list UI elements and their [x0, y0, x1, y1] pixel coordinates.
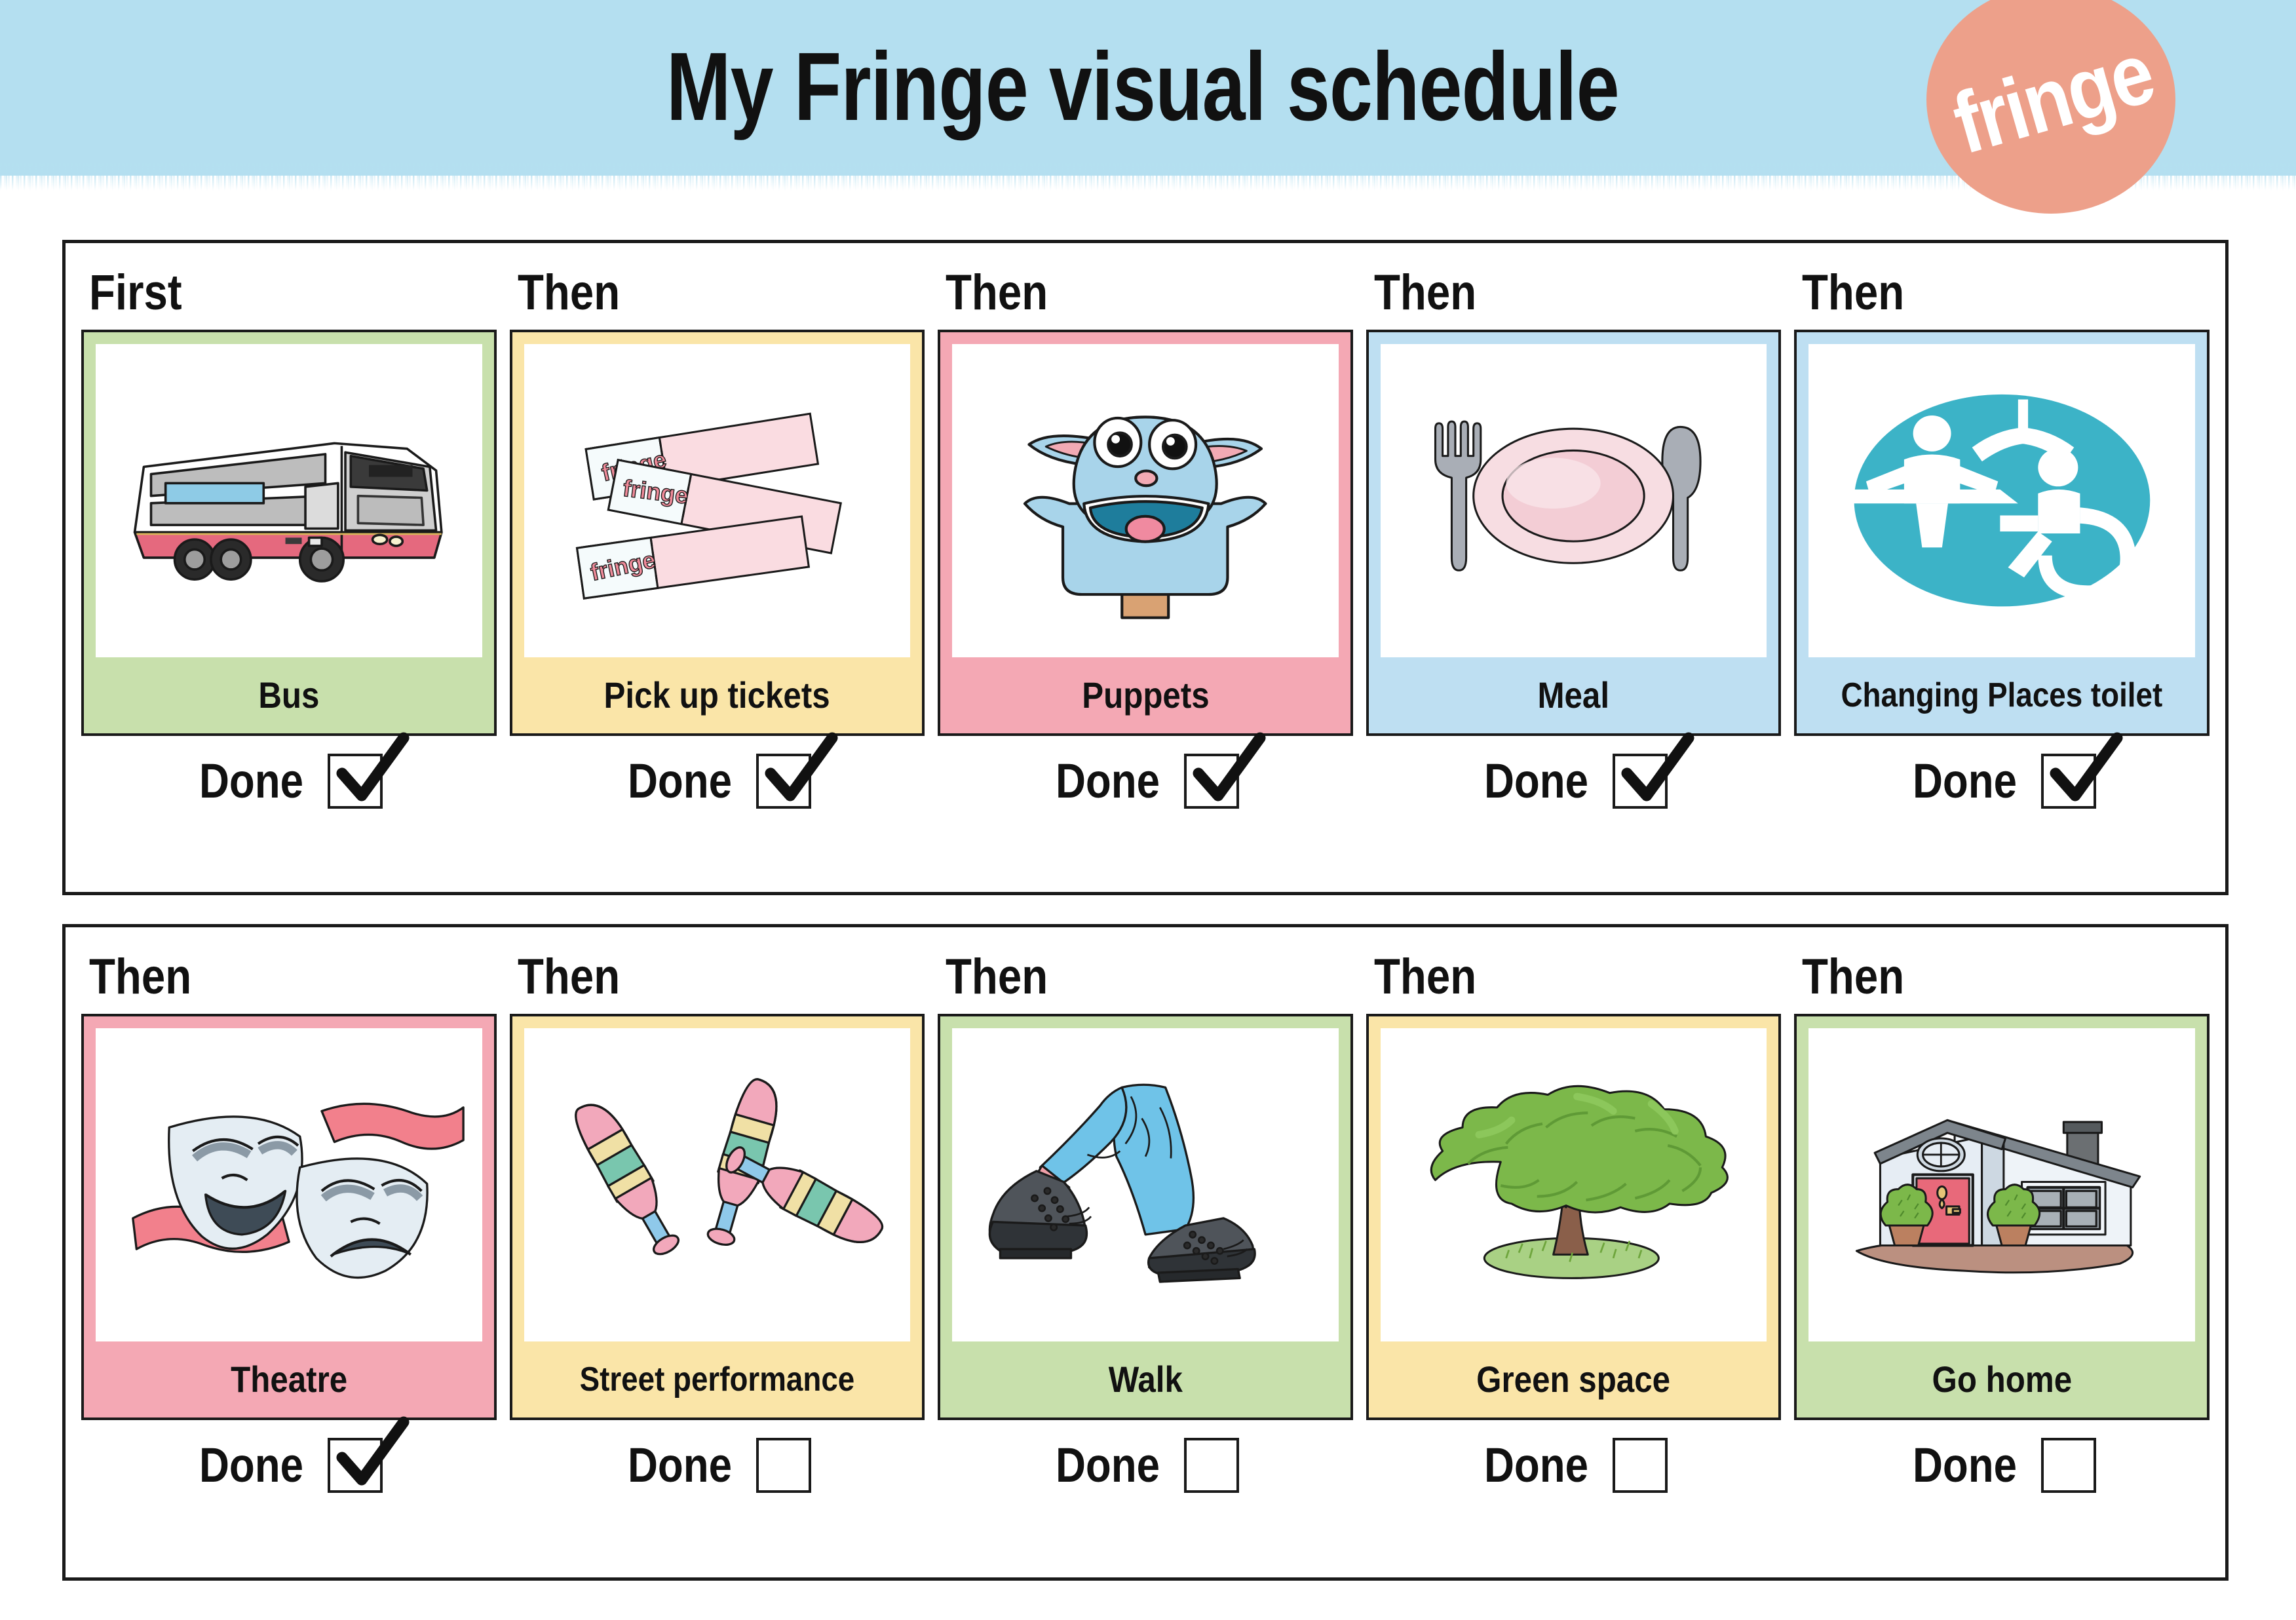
bus-icon — [96, 344, 482, 657]
activity-card-walk[interactable]: Walk — [938, 1014, 1353, 1420]
done-checkbox[interactable] — [1613, 1437, 1668, 1493]
activity-card-pick-up-tickets[interactable]: fringe fringe fringe Pick up tickets — [509, 330, 925, 736]
activity-caption: Go home — [1932, 1359, 2072, 1400]
house-icon — [1808, 1028, 2195, 1341]
page-title: My Fringe visual schedule — [666, 33, 1620, 141]
schedule-step: Then Changing Places toilet Done — [1788, 243, 2216, 892]
step-order-label: Then — [1373, 949, 1476, 1005]
done-row: Done — [938, 1437, 1353, 1493]
done-label: Done — [199, 754, 304, 808]
activity-card-bus[interactable]: Bus — [81, 330, 497, 736]
checkmark-icon — [1621, 732, 1694, 801]
step-order-label: Then — [1802, 265, 1905, 320]
activity-card-meal[interactable]: Meal — [1366, 330, 1782, 736]
done-checkbox[interactable] — [328, 1416, 410, 1493]
done-checkbox[interactable] — [1184, 1437, 1240, 1493]
done-row: Done — [1366, 1437, 1782, 1493]
schedule-step: Then — [1788, 927, 2216, 1577]
done-label: Done — [1056, 1438, 1160, 1492]
checkmark-icon — [1193, 732, 1266, 801]
activity-card-theatre[interactable]: Theatre — [81, 1014, 497, 1420]
plate-cutlery-icon — [1380, 344, 1767, 657]
step-order-label: Then — [89, 949, 192, 1005]
activity-caption: Bus — [258, 674, 320, 716]
step-order-label: Then — [517, 949, 620, 1005]
done-label: Done — [627, 754, 732, 808]
schedule-step: Then — [503, 927, 932, 1577]
changing-places-icon — [1808, 344, 2195, 657]
done-label: Done — [627, 1438, 732, 1492]
step-order-label: Then — [517, 265, 620, 320]
done-checkbox[interactable] — [756, 1437, 811, 1493]
visual-schedule-page: My Fringe visual schedule fringe First B… — [0, 0, 2296, 1620]
checkmark-icon — [336, 732, 410, 801]
done-row: Done — [1366, 732, 1782, 809]
done-checkbox[interactable] — [2040, 732, 2123, 809]
schedule-step: First Bus Done — [75, 243, 503, 892]
fringe-logo-text: fringe — [1943, 24, 2163, 172]
done-label: Done — [1912, 754, 2017, 808]
activity-card-go-home[interactable]: Go home — [1794, 1014, 2210, 1420]
done-row: Done — [1794, 732, 2210, 809]
activity-caption: Walk — [1108, 1359, 1183, 1400]
done-label: Done — [199, 1438, 304, 1492]
done-row: Done — [81, 1416, 497, 1493]
done-row: Done — [81, 732, 497, 809]
schedule-row-2: Then Theatre Done Then Street performanc… — [62, 924, 2229, 1581]
activity-card-green-space[interactable]: Green space — [1366, 1014, 1782, 1420]
done-label: Done — [1912, 1438, 2017, 1492]
activity-caption: Pick up tickets — [603, 674, 830, 716]
done-row: Done — [1794, 1437, 2210, 1493]
schedule-step: Then fringe fringe fringe — [503, 243, 932, 892]
tree-icon — [1380, 1028, 1767, 1341]
activity-caption: Street performance — [579, 1360, 855, 1398]
step-order-label: Then — [1373, 265, 1476, 320]
hand-puppet-icon — [952, 344, 1339, 657]
activity-caption: Meal — [1537, 674, 1610, 716]
done-checkbox[interactable] — [756, 732, 838, 809]
done-row: Done — [510, 732, 925, 809]
activity-caption: Puppets — [1081, 674, 1210, 716]
theatre-masks-icon — [96, 1028, 482, 1341]
done-label: Done — [1484, 754, 1589, 808]
checkmark-icon — [2050, 732, 2123, 801]
schedule-step: Then Meal Done — [1360, 243, 1788, 892]
step-order-label: Then — [946, 265, 1048, 320]
tickets-icon: fringe fringe fringe — [524, 344, 911, 657]
page-header: My Fringe visual schedule fringe — [0, 0, 2296, 214]
activity-caption: Changing Places toilet — [1841, 676, 2163, 714]
step-order-label: Then — [946, 949, 1048, 1005]
activity-card-puppets[interactable]: Puppets — [938, 330, 1353, 736]
checkmark-icon — [336, 1416, 410, 1485]
activity-caption: Green space — [1476, 1359, 1671, 1400]
schedule-step: Then Green space Done — [1360, 927, 1788, 1577]
done-label: Done — [1484, 1438, 1589, 1492]
step-order-label: Then — [1802, 949, 1905, 1005]
done-checkbox[interactable] — [1613, 732, 1694, 809]
done-checkbox[interactable] — [328, 732, 410, 809]
activity-card-changing-places-toilet[interactable]: Changing Places toilet — [1794, 330, 2210, 736]
activity-card-street-performance[interactable]: Street performance — [509, 1014, 925, 1420]
activity-caption: Theatre — [230, 1359, 347, 1400]
done-label: Done — [1056, 754, 1160, 808]
done-checkbox[interactable] — [1184, 732, 1266, 809]
schedule-step: Then Puppets Done — [931, 243, 1360, 892]
done-checkbox[interactable] — [2040, 1437, 2096, 1493]
step-order-label: First — [89, 265, 182, 320]
checkmark-icon — [765, 732, 838, 801]
schedule-step: Then — [931, 927, 1360, 1577]
schedule-row-1: First Bus Done Then fringe fringe Pick u… — [62, 240, 2229, 895]
schedule-step: Then Theatre Done — [75, 927, 503, 1577]
walking-boots-icon — [952, 1028, 1339, 1341]
done-row: Done — [510, 1437, 925, 1493]
done-row: Done — [938, 732, 1353, 809]
juggling-clubs-icon — [524, 1028, 911, 1341]
